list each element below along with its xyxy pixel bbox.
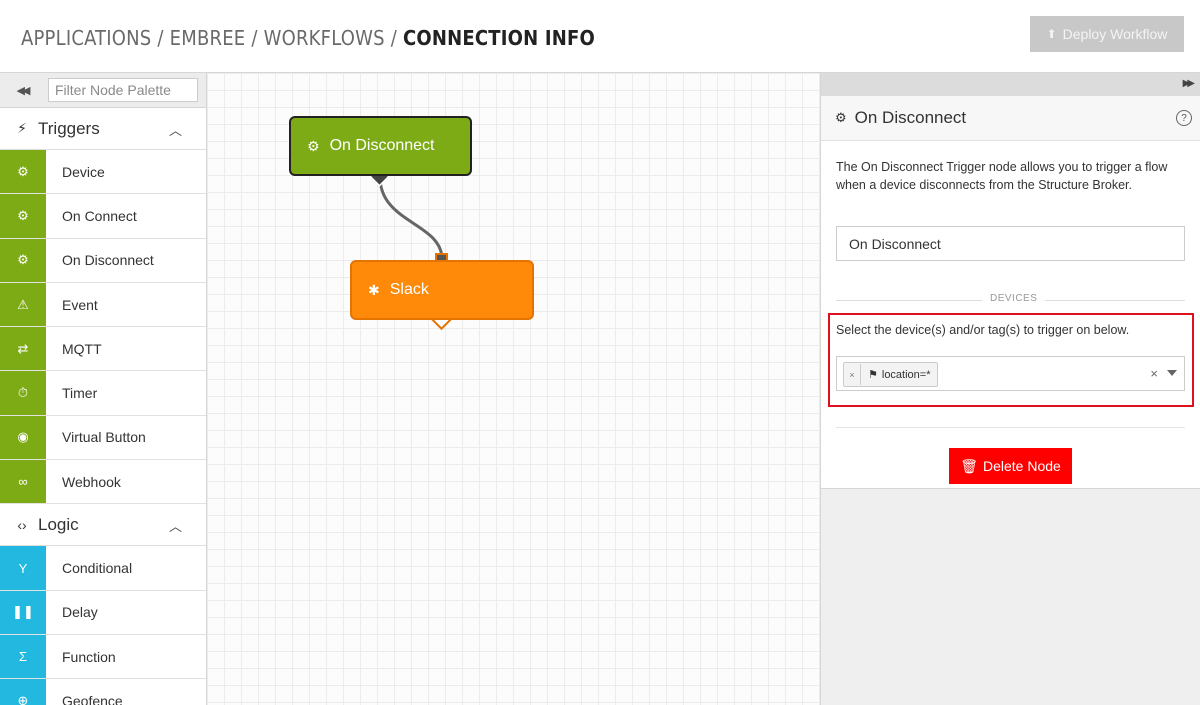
- palette-item-label: Webhook: [62, 473, 121, 490]
- section-label-devices: DEVICES: [982, 293, 1046, 304]
- palette-item-geofence[interactable]: ⊕ Geofence: [0, 679, 206, 705]
- chip-icon: ⚙: [0, 238, 46, 282]
- exchange-icon: ⇄: [0, 327, 46, 371]
- connector-wire[interactable]: [378, 176, 444, 260]
- palette-item-label: Delay: [62, 604, 98, 621]
- palette-item-event[interactable]: ⚠ Event: [0, 282, 206, 328]
- split-icon: Y: [0, 546, 46, 590]
- flag-icon: ⚑: [868, 369, 878, 381]
- tag-chip: × ⚑ location=*: [843, 362, 938, 387]
- group-logic-label: Logic: [38, 514, 79, 534]
- breadcrumb-workflows[interactable]: WORKFLOWS: [264, 26, 385, 50]
- palette-item-mqtt[interactable]: ⇄ MQTT: [0, 327, 206, 372]
- breadcrumb-applications[interactable]: APPLICATIONS: [21, 26, 151, 50]
- collapse-palette-icon[interactable]: ◀◀: [0, 73, 44, 107]
- palette-item-timer[interactable]: ⏱ Timer: [0, 371, 206, 416]
- chevron-up-icon[interactable]: ︿: [169, 516, 182, 535]
- palette-item-label: Virtual Button: [62, 429, 146, 446]
- target-icon: ⊕: [0, 679, 46, 705]
- group-triggers-header[interactable]: ⚡ Triggers ︿: [0, 108, 206, 150]
- palette-item-label: Function: [62, 648, 116, 665]
- palette-item-label: Timer: [62, 385, 98, 402]
- upload-icon: ⬆: [1046, 27, 1057, 41]
- chip-icon: ⚙: [307, 137, 320, 154]
- warning-icon: ⚠: [0, 282, 46, 327]
- flow-node-slack[interactable]: ✱ Slack: [350, 260, 534, 320]
- link-icon: ∞: [0, 460, 46, 504]
- deploy-workflow-button[interactable]: ⬆ Deploy Workflow: [1030, 16, 1184, 52]
- app-header: APPLICATIONS / EMBREE / WORKFLOWS / CONNECTION…: [0, 0, 1200, 73]
- palette-item-label: Event: [62, 296, 98, 313]
- flow-node-on-disconnect[interactable]: ⚙ On Disconnect: [289, 116, 472, 176]
- node-name-input[interactable]: [836, 226, 1185, 261]
- palette-item-on-connect[interactable]: ⚙ On Connect: [0, 194, 206, 239]
- palette-item-delay[interactable]: ❚❚ Delay: [0, 590, 206, 635]
- node-description: The On Disconnect Trigger node allows yo…: [836, 160, 1168, 192]
- palette-item-label: On Connect: [62, 207, 137, 224]
- divider: [836, 427, 1185, 428]
- palette-toolbar: ◀◀: [0, 73, 206, 108]
- chip-icon: ⚙: [0, 150, 46, 194]
- delete-node-button[interactable]: 🗑 Delete Node: [949, 448, 1072, 484]
- workflow-canvas[interactable]: ⚙ On Disconnect ✱ Slack: [207, 73, 820, 705]
- stopwatch-icon: ⏱: [0, 371, 46, 415]
- chip-icon: ⚙: [835, 110, 847, 125]
- device-select-help: Select the device(s) and/or tag(s) to tr…: [836, 323, 1130, 337]
- palette-item-label: Geofence: [62, 692, 123, 705]
- tag-chip-label: location=*: [881, 368, 931, 381]
- palette-item-function[interactable]: Σ Function: [0, 634, 206, 680]
- pause-icon: ❚❚: [0, 590, 46, 634]
- breadcrumb-separator: /: [251, 26, 258, 50]
- breadcrumb: APPLICATIONS / EMBREE / WORKFLOWS / CONNECTION…: [21, 26, 595, 50]
- group-triggers-label: Triggers: [38, 118, 100, 138]
- palette-item-device[interactable]: ⚙ Device: [0, 150, 206, 195]
- lightning-icon: ⚡: [17, 120, 27, 136]
- panel-body: ⚙ On Disconnect ? The On Disconnect Trig…: [821, 96, 1200, 489]
- collapse-panel-icon[interactable]: ▶▶: [1183, 78, 1196, 89]
- trash-icon: 🗑: [960, 457, 978, 474]
- code-brackets-icon: ‹›: [17, 516, 27, 533]
- breadcrumb-separator: /: [157, 26, 164, 50]
- panel-title: On Disconnect: [854, 108, 967, 127]
- clear-selection-icon[interactable]: ×: [1150, 366, 1158, 381]
- flow-node-label: On Disconnect: [329, 137, 435, 154]
- palette-item-webhook[interactable]: ∞ Webhook: [0, 460, 206, 505]
- device-tag-select[interactable]: × ⚑ location=* ×: [836, 356, 1185, 391]
- deploy-workflow-label: Deploy Workflow: [1062, 26, 1168, 42]
- radio-button-icon: ◉: [0, 415, 46, 460]
- panel-header: ⚙ On Disconnect ?: [821, 96, 1200, 141]
- remove-tag-icon[interactable]: ×: [844, 364, 861, 385]
- flow-node-label: Slack: [389, 281, 429, 298]
- caret-down-icon[interactable]: [1167, 370, 1177, 376]
- palette-item-label: Conditional: [62, 560, 133, 577]
- palette-item-label: MQTT: [62, 340, 102, 357]
- breadcrumb-current: CONNECTION INFO: [402, 26, 595, 50]
- filter-node-palette-input[interactable]: [48, 78, 198, 102]
- help-icon[interactable]: ?: [1176, 110, 1192, 126]
- slack-icon: ✱: [368, 281, 380, 298]
- node-properties-panel: ▶▶ ⚙ On Disconnect ? The On Disconnect T…: [820, 73, 1200, 705]
- palette-item-label: On Disconnect: [62, 252, 154, 269]
- breadcrumb-embree[interactable]: EMBREE: [170, 26, 246, 50]
- group-logic-header[interactable]: ‹› Logic ︿: [0, 504, 206, 547]
- palette-item-on-disconnect[interactable]: ⚙ On Disconnect: [0, 238, 206, 283]
- chevron-up-icon[interactable]: ︿: [169, 120, 182, 139]
- chip-icon: ⚙: [0, 194, 46, 238]
- breadcrumb-separator: /: [390, 26, 397, 50]
- delete-node-label: Delete Node: [982, 458, 1061, 474]
- node-palette: ◀◀ ⚡ Triggers ︿ ⚙ Device ⚙ On Connect ⚙ …: [0, 73, 207, 705]
- palette-item-conditional[interactable]: Y Conditional: [0, 546, 206, 591]
- panel-toolbar: ▶▶: [821, 73, 1200, 96]
- sigma-icon: Σ: [0, 634, 46, 679]
- palette-item-label: Device: [62, 163, 105, 180]
- palette-item-virtual-button[interactable]: ◉ Virtual Button: [0, 415, 206, 461]
